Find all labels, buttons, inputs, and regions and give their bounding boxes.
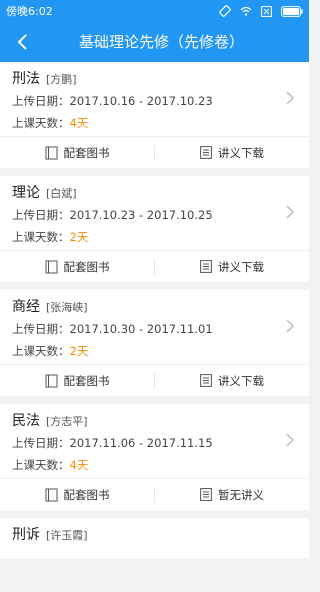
class-days-label: 上课天数： [12, 458, 70, 472]
handout-download-label: 讲义下载 [218, 373, 264, 388]
chevron-right-icon [286, 91, 295, 105]
course-subject: 刑法 [12, 71, 40, 87]
handout-download-button[interactable]: 讲义下载 [155, 145, 309, 161]
document-icon [200, 488, 212, 501]
upload-date-label: 上传日期： [12, 208, 70, 222]
companion-books-label: 配套图书 [63, 373, 110, 388]
course-subject: 商经 [12, 299, 40, 315]
upload-date-label: 上传日期： [12, 322, 70, 336]
document-icon [200, 260, 212, 273]
upload-date-value: 2017.10.23 - 2017.10.25 [69, 208, 213, 222]
course-card: 刑诉 [许玉霞] [0, 518, 309, 558]
course-subject: 理论 [12, 185, 40, 201]
document-icon [200, 374, 212, 387]
status-time: 傍晚6:02 [6, 5, 53, 18]
status-bar: 傍晚6:02 [0, 0, 309, 22]
course-card: 刑法 [方鹏] 上传日期：2017.10.16 - 2017.10.23 上课天… [0, 62, 309, 168]
companion-books-button[interactable]: 配套图书 [0, 259, 154, 275]
class-days-label: 上课天数： [12, 116, 70, 130]
upload-date-label: 上传日期： [12, 94, 70, 108]
course-teacher: [方志平] [46, 415, 88, 428]
upload-date-value: 2017.10.16 - 2017.10.23 [69, 94, 213, 108]
course-teacher: [方鹏] [46, 73, 77, 86]
class-days-label: 上课天数： [12, 230, 70, 244]
upload-date-label: 上传日期： [12, 436, 70, 450]
chevron-right-icon [286, 205, 295, 219]
course-card: 理论 [白斌] 上传日期：2017.10.23 - 2017.10.25 上课天… [0, 176, 309, 282]
course-info[interactable]: 刑诉 [许玉霞] [0, 518, 309, 592]
rotate-icon [219, 5, 231, 17]
handout-download-button[interactable]: 讲义下载 [155, 259, 309, 275]
upload-date-value: 2017.10.30 - 2017.11.01 [69, 322, 213, 336]
book-icon [45, 374, 57, 387]
course-info[interactable]: 民法 [方志平] 上传日期：2017.11.06 - 2017.11.15 上课… [0, 404, 309, 478]
course-info[interactable]: 商经 [张海峡] 上传日期：2017.10.30 - 2017.11.01 上课… [0, 290, 309, 364]
course-subject: 刑诉 [12, 527, 40, 543]
class-days-label: 上课天数： [12, 344, 70, 358]
course-card: 商经 [张海峡] 上传日期：2017.10.30 - 2017.11.01 上课… [0, 290, 309, 396]
handout-download-button[interactable]: 讲义下载 [155, 373, 309, 389]
course-teacher: [白斌] [46, 187, 77, 200]
course-teacher: [许玉霞] [46, 529, 88, 542]
no-handout-label: 暂无讲义 [218, 487, 264, 502]
course-info[interactable]: 理论 [白斌] 上传日期：2017.10.23 - 2017.10.25 上课天… [0, 176, 309, 250]
app-bar: 基础理论先修（先修卷） [0, 22, 309, 62]
class-days-value: 2天 [69, 344, 89, 358]
sim-x-icon [261, 5, 272, 17]
course-subject: 民法 [12, 413, 40, 429]
wifi-icon [240, 6, 252, 16]
companion-books-label: 配套图书 [63, 487, 110, 502]
chevron-right-icon [286, 319, 295, 333]
book-icon [45, 260, 57, 273]
class-days-value: 4天 [69, 116, 89, 130]
course-list: 刑法 [方鹏] 上传日期：2017.10.16 - 2017.10.23 上课天… [0, 62, 309, 566]
book-icon [45, 488, 57, 501]
handout-download-label: 讲义下载 [218, 259, 264, 274]
course-teacher: [张海峡] [46, 301, 88, 314]
companion-books-button[interactable]: 配套图书 [0, 373, 154, 389]
page-title: 基础理论先修（先修卷） [78, 33, 244, 51]
class-days-value: 4天 [69, 458, 89, 472]
companion-books-button[interactable]: 配套图书 [0, 145, 154, 161]
companion-books-label: 配套图书 [63, 259, 110, 274]
battery-icon [281, 5, 303, 17]
companion-books-label: 配套图书 [63, 145, 110, 160]
handout-download-label: 讲义下载 [218, 145, 264, 160]
upload-date-value: 2017.11.06 - 2017.11.15 [69, 436, 213, 450]
chevron-right-icon [286, 433, 295, 447]
class-days-value: 2天 [69, 230, 89, 244]
document-icon [200, 146, 212, 159]
companion-books-button[interactable]: 配套图书 [0, 487, 154, 503]
book-icon [45, 146, 57, 159]
course-info[interactable]: 刑法 [方鹏] 上传日期：2017.10.16 - 2017.10.23 上课天… [0, 62, 309, 136]
no-handout-button[interactable]: 暂无讲义 [155, 487, 309, 503]
course-card: 民法 [方志平] 上传日期：2017.11.06 - 2017.11.15 上课… [0, 404, 309, 510]
